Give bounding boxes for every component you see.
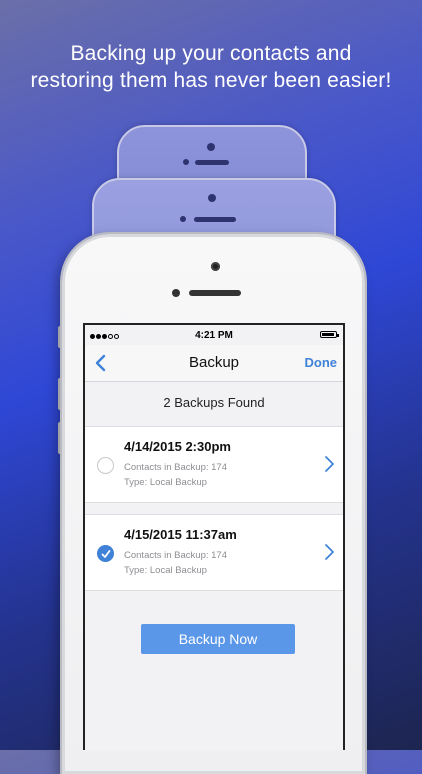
done-button[interactable]: Done <box>305 355 338 370</box>
camera-icon <box>211 262 220 271</box>
phone-screen: 4:21 PM Backup Done 2 Backups Found 4/14… <box>83 323 345 750</box>
backup-type: Type: Local Backup <box>124 565 207 576</box>
headline-line-1: Backing up your contacts and <box>70 42 352 65</box>
speaker-icon <box>194 217 236 222</box>
backup-date: 4/15/2015 11:37am <box>124 527 237 542</box>
sensor-icon <box>180 216 186 222</box>
headline: Backing up your contacts and restoring t… <box>0 40 422 94</box>
backup-contacts-count: Contacts in Backup: 174 <box>124 462 227 473</box>
speaker-icon <box>189 290 241 296</box>
camera-icon <box>208 194 216 202</box>
backup-type: Type: Local Backup <box>124 477 207 488</box>
backup-date: 4/14/2015 2:30pm <box>124 439 231 454</box>
navigation-bar: Backup Done <box>85 345 343 382</box>
backup-contacts-count: Contacts in Backup: 174 <box>124 550 227 561</box>
speaker-icon <box>195 160 229 165</box>
backup-row[interactable]: 4/15/2015 11:37am Contacts in Backup: 17… <box>85 514 343 591</box>
backup-now-button[interactable]: Backup Now <box>141 624 295 654</box>
chevron-right-icon[interactable] <box>323 455 335 473</box>
status-bar: 4:21 PM <box>85 325 343 345</box>
headline-line-2: restoring them has never been easier! <box>30 69 392 92</box>
backup-row[interactable]: 4/14/2015 2:30pm Contacts in Backup: 174… <box>85 426 343 503</box>
checkmark-icon <box>101 550 111 558</box>
camera-icon <box>207 143 215 151</box>
status-time: 4:21 PM <box>195 330 233 341</box>
radio-unchecked-icon[interactable] <box>97 457 114 474</box>
radio-checked-icon[interactable] <box>97 545 114 562</box>
battery-icon <box>320 331 339 338</box>
chevron-right-icon[interactable] <box>323 543 335 561</box>
sensor-icon <box>172 289 180 297</box>
backups-found-label: 2 Backups Found <box>163 395 265 410</box>
sensor-icon <box>183 159 189 165</box>
